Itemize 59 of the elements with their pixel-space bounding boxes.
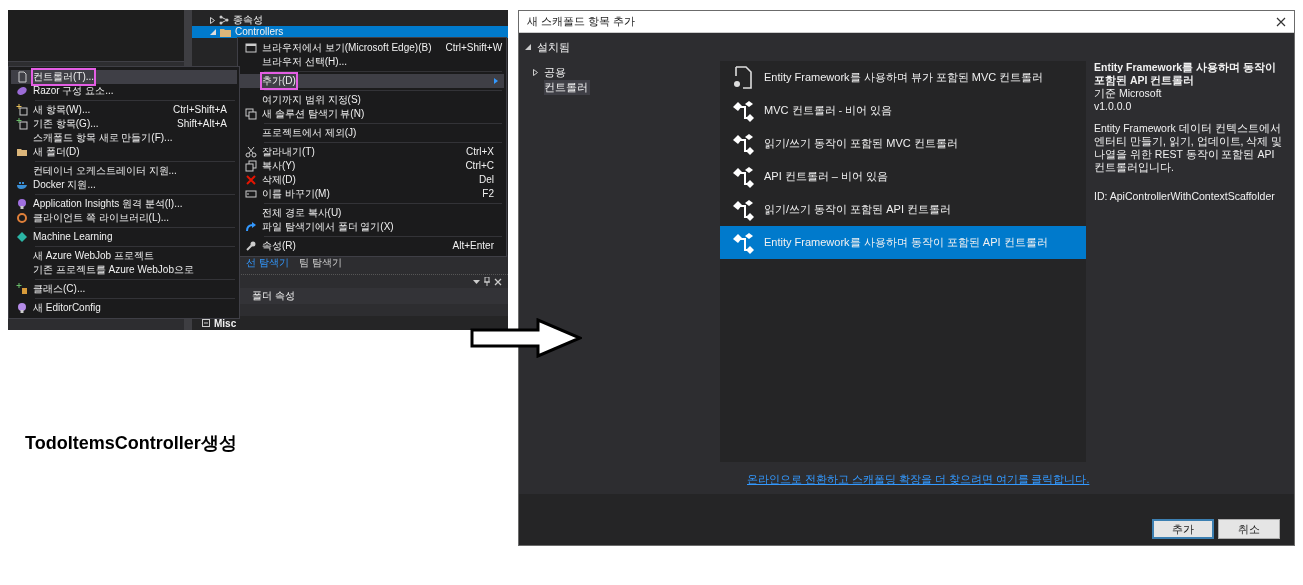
menu-item[interactable]: 스캐폴드 항목 새로 만들기(F)...: [11, 131, 237, 145]
shortcut-label: Alt+Enter: [451, 239, 494, 253]
id-text: ID: ApiControllerWithContextScaffolder: [1094, 190, 1276, 204]
menu-item[interactable]: Razor 구성 요소...: [11, 84, 237, 98]
menu-item[interactable]: 새 항목(W)... Ctrl+Shift+A: [11, 103, 237, 117]
shortcut-label: Ctrl+Shift+A: [172, 103, 227, 117]
menu-item[interactable]: 컨트롤러(T)...: [11, 70, 237, 84]
menu-item[interactable]: 기존 프로젝트를 Azure WebJob으로: [11, 263, 237, 277]
menu-item[interactable]: 새 솔루션 탐색기 뷰(N): [240, 107, 504, 121]
shortcut-label: Shift+Alt+A: [175, 117, 227, 131]
menu-item[interactable]: 여기까지 범위 지정(S): [240, 93, 504, 107]
menu-item[interactable]: 클라이언트 쪽 라이브러리(L)...: [11, 211, 237, 225]
tree-item[interactable]: 공용: [533, 65, 568, 80]
dialog-button[interactable]: 추가: [1152, 519, 1214, 539]
template-item[interactable]: MVC 컨트롤러 - 비어 있음: [720, 94, 1086, 127]
tree-item[interactable]: Controllers: [192, 26, 508, 38]
shortcut-label: Del: [478, 173, 494, 187]
menu-item[interactable]: 브라우저에서 보기(Microsoft Edge)(B) Ctrl+Shift+W: [240, 41, 504, 55]
tree-item[interactable]: 종속성: [192, 14, 508, 26]
author-text: 기준 Microsoft: [1094, 87, 1163, 101]
shortcut-label: F2: [481, 187, 494, 201]
panel-tab[interactable]: 선 탐색기: [246, 256, 289, 270]
menu-item[interactable]: 삭제(D) Del: [240, 173, 504, 187]
menu-item[interactable]: 파일 탐색기에서 폴더 열기(X): [240, 220, 504, 234]
window-title: 새 스캐폴드 항목 추가: [527, 14, 636, 30]
version-text: v1.0.0.0: [1094, 100, 1133, 114]
online-link[interactable]: 온라인으로 전환하고 스캐폴딩 확장을 더 찾으려면 여기를 클릭합니다.: [747, 473, 1090, 485]
menu-item[interactable]: 새 폴더(D): [11, 145, 237, 159]
shortcut-label: Ctrl+Shift+W: [444, 41, 503, 55]
tree-item[interactable]: 컨트롤러: [544, 80, 590, 95]
shortcut-label: Ctrl+X: [464, 145, 494, 159]
menu-item[interactable]: 잘라내기(T) Ctrl+X: [240, 145, 504, 159]
menu-item[interactable]: 컨테이너 오케스트레이터 지원...: [11, 164, 237, 178]
template-item[interactable]: 읽기/쓰기 동작이 포함된 MVC 컨트롤러: [720, 127, 1086, 160]
category-header[interactable]: 설치됨: [519, 33, 1294, 61]
caption-text: TodoItemsController생성: [25, 432, 237, 455]
menu-item[interactable]: 속성(R) Alt+Enter: [240, 239, 504, 253]
shortcut-label: Ctrl+C: [464, 159, 494, 173]
menu-item[interactable]: 추가(D): [240, 74, 504, 88]
template-item[interactable]: Entity Framework를 사용하며 동작이 포함된 API 컨트롤러: [720, 226, 1086, 259]
menu-item[interactable]: 전체 경로 복사(U): [240, 206, 504, 220]
details-title: Entity Framework를 사용하며 동작이 포함된 API 컨트롤러: [1094, 61, 1277, 88]
template-item[interactable]: API 컨트롤러 – 비어 있음: [720, 160, 1086, 193]
template-item[interactable]: Entity Framework를 사용하며 뷰가 포함된 MVC 컨트롤러: [720, 61, 1086, 94]
menu-item[interactable]: 프로젝트에서 제외(J): [240, 126, 504, 140]
menu-item[interactable]: Docker 지원...: [11, 178, 237, 192]
menu-item[interactable]: Machine Learning: [11, 230, 237, 244]
panel-tab[interactable]: 팀 탐색기: [298, 256, 342, 270]
menu-item[interactable]: 기존 항목(G)... Shift+Alt+A: [11, 117, 237, 131]
template-item[interactable]: 읽기/쓰기 동작이 포함된 API 컨트롤러: [720, 193, 1086, 226]
description-text: Entity Framework 데이터 컨텍스트에서 엔터티 만들기, 읽기, 업데이트, 삭제 및 나열을 위한 REST 동작이 포함된 API 컨트롤러입니다.: [1094, 121, 1284, 174]
property-category[interactable]: Misc: [192, 316, 508, 330]
dialog-button[interactable]: 취소: [1218, 519, 1280, 539]
menu-item[interactable]: 새 EditorConfig: [11, 301, 237, 315]
menu-item[interactable]: Application Insights 원격 분석(I)...: [11, 197, 237, 211]
menu-item[interactable]: 브라우저 선택(H)...: [240, 55, 504, 69]
menu-item[interactable]: 이름 바꾸기(M) F2: [240, 187, 504, 201]
menu-item[interactable]: 복사(Y) Ctrl+C: [240, 159, 504, 173]
menu-item[interactable]: 새 Azure WebJob 프로젝트: [11, 249, 237, 263]
